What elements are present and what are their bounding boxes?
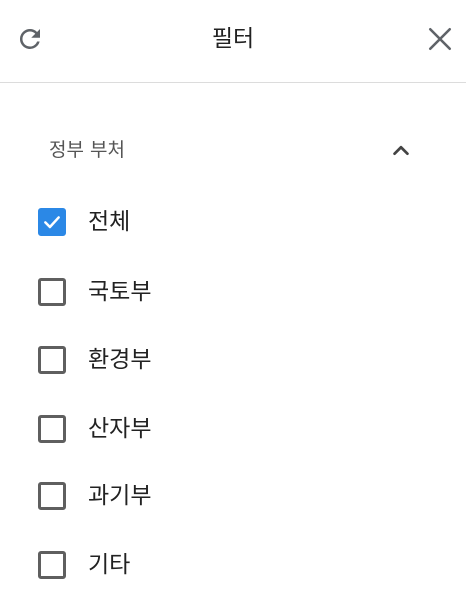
option-all[interactable]: 전체 xyxy=(30,194,430,250)
page-title: 필터 xyxy=(211,26,255,52)
option-label: 환경부 xyxy=(88,347,152,373)
filter-header: 필터 xyxy=(0,0,466,83)
chevron-up-icon xyxy=(393,145,409,156)
option-other[interactable]: 기타 xyxy=(30,537,430,593)
option-label: 국토부 xyxy=(88,279,152,305)
option-label: 기타 xyxy=(88,552,131,578)
checkbox-unchecked[interactable] xyxy=(38,415,66,443)
section-label: 정부 부처 xyxy=(49,139,125,161)
checkbox-unchecked[interactable] xyxy=(38,278,66,306)
checkbox-unchecked[interactable] xyxy=(38,346,66,374)
checkbox-unchecked[interactable] xyxy=(38,551,66,579)
checkbox-checked[interactable] xyxy=(38,208,66,236)
option-label: 산자부 xyxy=(88,416,152,442)
close-button[interactable] xyxy=(420,21,460,57)
option-label: 전체 xyxy=(88,209,131,235)
option-industry[interactable]: 산자부 xyxy=(30,401,430,457)
option-environment[interactable]: 환경부 xyxy=(30,332,430,388)
option-molit[interactable]: 국토부 xyxy=(30,264,430,320)
checkmark-icon xyxy=(44,216,60,229)
close-icon xyxy=(428,27,452,51)
collapse-toggle-button[interactable] xyxy=(384,134,418,166)
option-label: 과기부 xyxy=(88,483,152,509)
option-science[interactable]: 과기부 xyxy=(30,468,430,524)
section-header-ministry[interactable]: 정부 부처 xyxy=(0,125,466,175)
checkbox-unchecked[interactable] xyxy=(38,482,66,510)
